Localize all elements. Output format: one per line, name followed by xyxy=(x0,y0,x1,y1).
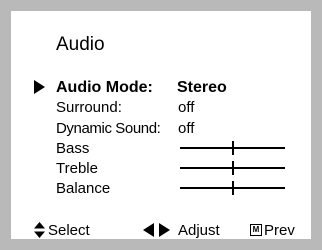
menu-title: Audio xyxy=(56,34,105,55)
menu-item-bass[interactable]: Bass xyxy=(56,140,89,157)
menu-item-treble[interactable]: Treble xyxy=(56,160,98,177)
up-down-arrows-icon xyxy=(34,222,45,238)
menu-item-surround[interactable]: Surround: xyxy=(56,99,122,116)
bass-label: Bass xyxy=(56,140,90,157)
surround-value: off xyxy=(178,99,195,116)
treble-slider-thumb[interactable] xyxy=(231,161,234,175)
prev-hint[interactable]: Prev xyxy=(264,222,295,239)
menu-item-audio-mode[interactable]: Audio Mode: xyxy=(56,79,153,96)
selection-arrow-icon xyxy=(34,80,45,94)
treble-slider[interactable] xyxy=(180,160,285,176)
left-right-arrows-icon xyxy=(143,223,170,237)
balance-label: Balance xyxy=(56,180,111,197)
menu-item-balance[interactable]: Balance xyxy=(56,180,110,197)
menu-button-icon: M xyxy=(250,224,262,236)
balance-slider[interactable] xyxy=(180,180,285,196)
dynamic-sound-label: Dynamic Sound: xyxy=(56,120,161,137)
surround-label: Surround: xyxy=(56,99,122,116)
dynamic-sound-value: off xyxy=(178,120,195,137)
select-hint: Select xyxy=(48,222,90,239)
audio-mode-value: Stereo xyxy=(177,79,227,96)
menu-item-dynamic-sound[interactable]: Dynamic Sound: xyxy=(56,120,161,137)
bass-slider-thumb[interactable] xyxy=(231,141,234,155)
audio-mode-label: Audio Mode: xyxy=(56,79,153,96)
bass-slider[interactable] xyxy=(180,140,285,156)
balance-slider-thumb[interactable] xyxy=(231,181,234,195)
treble-label: Treble xyxy=(56,160,98,177)
adjust-hint: Adjust xyxy=(178,222,220,239)
